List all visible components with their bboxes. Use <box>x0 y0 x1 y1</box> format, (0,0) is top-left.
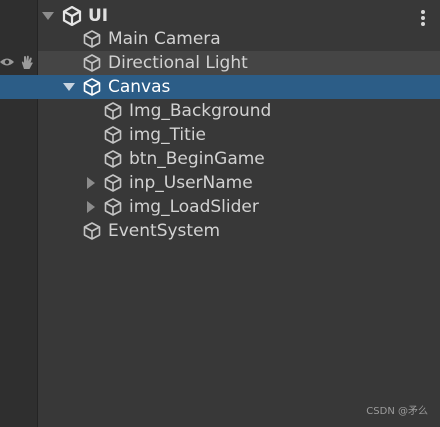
expand-arrow-icon[interactable] <box>42 12 54 20</box>
hierarchy-item-img-loadslider[interactable]: img_LoadSlider <box>0 195 440 219</box>
hierarchy-root-row[interactable]: UI <box>0 4 440 28</box>
item-label: img_Titie <box>129 125 207 145</box>
item-label: inp_UserName <box>129 173 253 193</box>
more-options-icon[interactable] <box>420 10 426 28</box>
item-label: Main Camera <box>108 29 221 49</box>
hierarchy-item-canvas[interactable]: Canvas <box>0 75 440 99</box>
hierarchy-item-btn-begingame[interactable]: btn_BeginGame <box>0 147 440 171</box>
collapse-arrow-icon[interactable] <box>87 177 95 189</box>
visibility-eye-icon[interactable] <box>0 56 14 68</box>
gameobject-cube-icon <box>104 126 122 144</box>
hierarchy-panel: UI Main Camera Directional Light Canvas <box>0 0 440 427</box>
gameobject-cube-icon <box>83 54 101 72</box>
hierarchy-item-directional-light[interactable]: Directional Light <box>38 51 440 75</box>
gameobject-cube-icon <box>104 150 122 168</box>
item-label: Canvas <box>108 77 171 97</box>
item-label: Directional Light <box>108 53 248 73</box>
item-label: btn_BeginGame <box>129 149 265 169</box>
expand-arrow-icon[interactable] <box>63 83 75 91</box>
gameobject-cube-icon <box>83 222 101 240</box>
gameobject-cube-icon <box>83 30 101 48</box>
hierarchy-item-main-camera[interactable]: Main Camera <box>0 27 440 51</box>
hierarchy-item-img-background[interactable]: Img_Background <box>0 99 440 123</box>
pickable-hand-icon[interactable] <box>19 54 35 70</box>
watermark: CSDN @矛么 <box>366 406 428 417</box>
hierarchy-item-img-title[interactable]: img_Titie <box>0 123 440 147</box>
hierarchy-item-inp-username[interactable]: inp_UserName <box>0 171 440 195</box>
gameobject-cube-icon <box>104 102 122 120</box>
item-label: img_LoadSlider <box>129 197 259 217</box>
root-scene-name: UI <box>88 6 109 26</box>
unity-logo-icon <box>62 6 82 26</box>
item-label: EventSystem <box>108 221 221 241</box>
gameobject-cube-icon <box>104 198 122 216</box>
gameobject-cube-icon <box>83 78 101 96</box>
gameobject-cube-icon <box>104 174 122 192</box>
item-label: Img_Background <box>129 101 272 121</box>
collapse-arrow-icon[interactable] <box>87 201 95 213</box>
hierarchy-item-eventsystem[interactable]: EventSystem <box>0 219 440 243</box>
